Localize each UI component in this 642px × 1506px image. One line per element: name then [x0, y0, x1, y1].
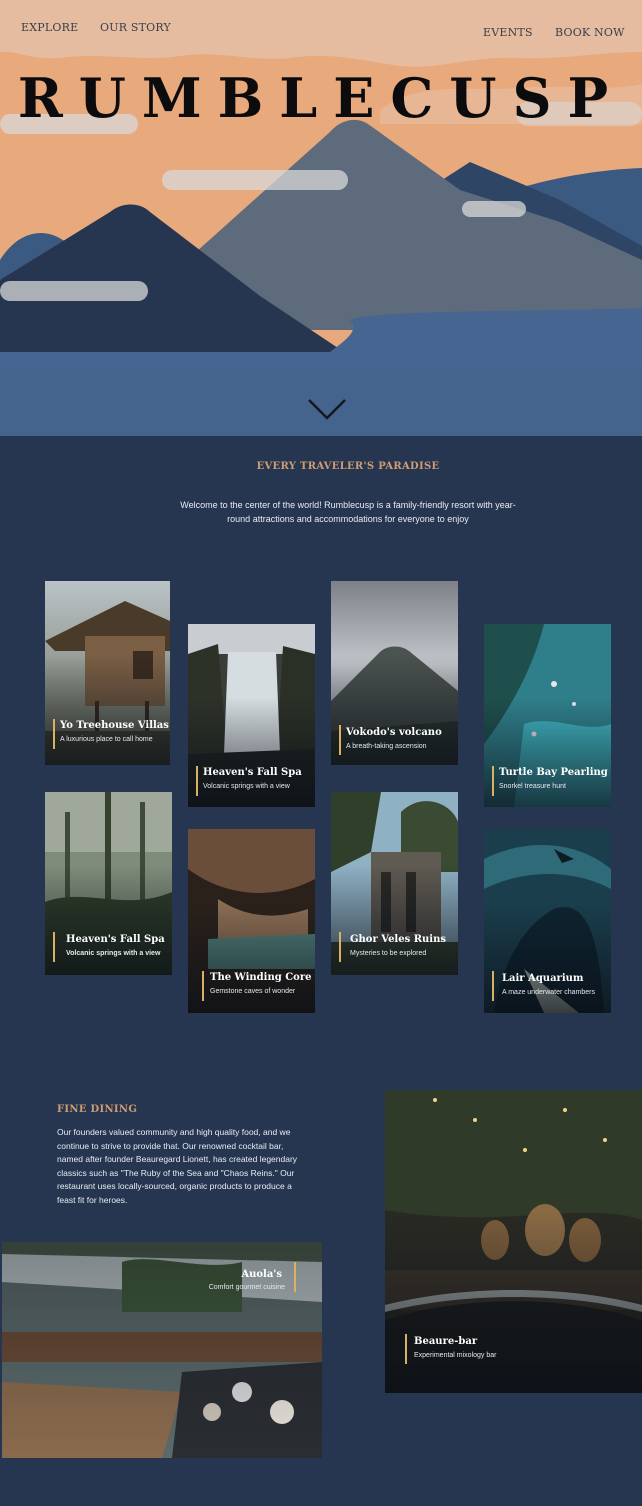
card-title: Ghor Veles Ruins	[350, 934, 446, 945]
attraction-card-treehouse[interactable]: Yo Treehouse Villas A luxurious place to…	[45, 581, 170, 765]
venue-title: Auola's	[241, 1269, 282, 1280]
page: EXPLORE OUR STORY EVENTS BOOK NOW RUMBLE…	[0, 0, 642, 1506]
venue-subtitle: Experimental mixology bar	[414, 1352, 497, 1359]
attraction-card-ruins[interactable]: Ghor Veles Ruins Mysteries to be explore…	[331, 792, 458, 975]
card-title: Heaven's Fall Spa	[66, 934, 165, 945]
attraction-card-forest-spa[interactable]: Heaven's Fall Spa Volcanic springs with …	[45, 792, 172, 975]
card-title: Yo Treehouse Villas	[60, 720, 169, 731]
card-subtitle: A breath-taking ascension	[346, 743, 427, 750]
card-subtitle: Volcanic springs with a view	[203, 783, 290, 790]
venue-title: Beaure-bar	[414, 1336, 478, 1347]
card-title: The Winding Core	[210, 972, 312, 983]
nav-our-story-link[interactable]: OUR STORY	[100, 21, 171, 34]
attraction-card-winding-core[interactable]: The Winding Core Gemstone caves of wonde…	[188, 829, 315, 1013]
chevron-down-icon[interactable]	[306, 396, 348, 426]
venue-subtitle: Comfort gourmet cuisine	[208, 1284, 285, 1291]
card-subtitle: Gemstone caves of wonder	[210, 988, 296, 995]
card-title: Lair Aquarium	[502, 973, 584, 984]
card-title: Turtle Bay Pearling	[499, 767, 608, 778]
card-subtitle: A luxurious place to call home	[60, 736, 153, 743]
attraction-card-turtle-bay[interactable]: Turtle Bay Pearling Snorkel treasure hun…	[484, 624, 611, 807]
dining-title: FINE DINING	[57, 1104, 138, 1115]
card-subtitle: Snorkel treasure hunt	[499, 783, 566, 790]
dining-description: Our founders valued community and high q…	[57, 1127, 298, 1205]
attraction-card-waterfall-spa[interactable]: Heaven's Fall Spa Volcanic springs with …	[188, 624, 315, 807]
venue-card-auolas[interactable]: Auola's Comfort gourmet cuisine	[2, 1242, 322, 1458]
card-title: Heaven's Fall Spa	[203, 767, 302, 778]
venue-card-beaure-bar[interactable]: Beaure-bar Experimental mixology bar	[385, 1090, 642, 1393]
nav-book-now-link[interactable]: BOOK NOW	[555, 26, 625, 39]
card-subtitle: A maze underwater chambers	[502, 989, 595, 996]
attraction-card-aquarium[interactable]: Lair Aquarium A maze underwater chambers	[484, 829, 611, 1013]
card-title: Vokodo's volcano	[346, 727, 442, 738]
card-subtitle: Volcanic springs with a view	[66, 950, 161, 957]
nav-events-link[interactable]: EVENTS	[483, 26, 533, 39]
intro-title: EVERY TRAVELER'S PARADISE	[256, 461, 440, 472]
attraction-card-volcano[interactable]: Vokodo's volcano A breath-taking ascensi…	[331, 581, 458, 765]
intro-description: Welcome to the center of the world! Rumb…	[180, 500, 516, 524]
hero-banner: EXPLORE OUR STORY EVENTS BOOK NOW RUMBLE…	[0, 0, 642, 436]
nav-explore-link[interactable]: EXPLORE	[21, 21, 78, 34]
brand-title: RUMBLECUSP	[17, 66, 625, 130]
card-subtitle: Mysteries to be explored	[350, 950, 427, 957]
